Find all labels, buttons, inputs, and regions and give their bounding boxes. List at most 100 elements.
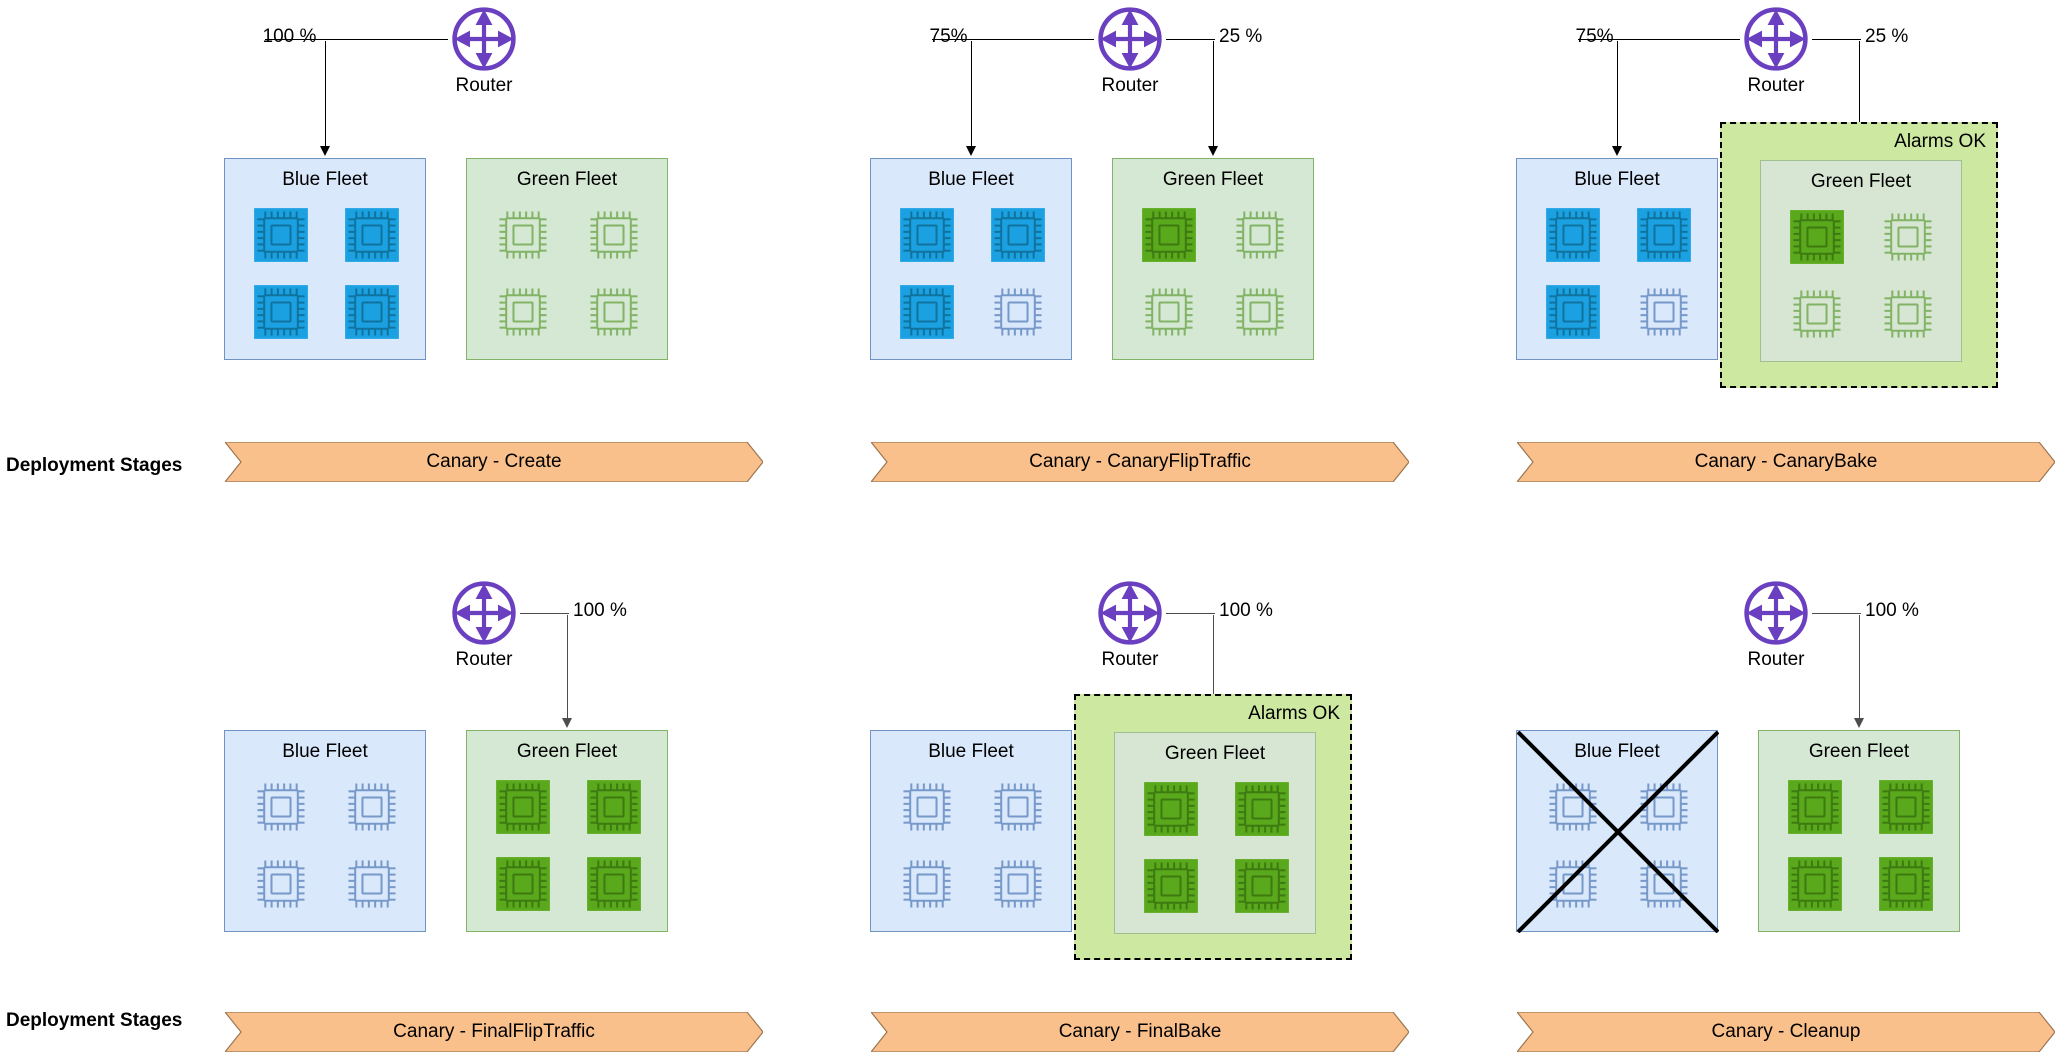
chip-cell xyxy=(1630,856,1697,917)
router-icon: Router xyxy=(449,578,519,670)
chip-cell xyxy=(1539,284,1606,345)
chip-icon xyxy=(1880,286,1936,347)
chip-cell xyxy=(247,779,314,840)
chip-cell xyxy=(1135,207,1202,268)
chip-icon xyxy=(1545,207,1601,268)
chip-icon xyxy=(253,779,309,840)
chip-cell xyxy=(893,207,960,268)
chip-cell xyxy=(580,779,647,840)
chip-cell xyxy=(489,856,556,917)
chip-icon xyxy=(495,779,551,840)
chip-cell xyxy=(247,284,314,345)
router-label: Router xyxy=(1747,649,1805,670)
chip-cell xyxy=(1228,781,1295,842)
green-fleet-box: Green Fleet xyxy=(1758,730,1960,932)
traffic-percentage-label: 100 % xyxy=(573,600,627,621)
chip-cell xyxy=(338,284,405,345)
chip-icon xyxy=(1789,286,1845,347)
chip-icon xyxy=(1141,284,1197,345)
traffic-line-vertical xyxy=(567,615,568,718)
chip-icon xyxy=(990,779,1046,840)
arrow-down-icon xyxy=(1611,146,1622,156)
chip-icon xyxy=(1141,207,1197,268)
chip-icon xyxy=(990,856,1046,917)
blue-fleet-chip-grid xyxy=(1539,779,1697,917)
green-fleet-chip-grid xyxy=(1137,781,1295,919)
alarms-ok-box: Alarms OK Green Fleet xyxy=(1720,122,1998,388)
traffic-line-horizontal xyxy=(264,39,448,40)
chip-cell xyxy=(1137,781,1204,842)
stage-banner-canary-cleanup[interactable]: Canary - Cleanup xyxy=(1517,1012,2055,1052)
chip-icon xyxy=(344,284,400,345)
chip-cell xyxy=(338,779,405,840)
stage-banner-canary-canarybake[interactable]: Canary - CanaryBake xyxy=(1517,442,2055,482)
arrow-down-icon xyxy=(1207,146,1218,156)
traffic-line-vertical xyxy=(1213,41,1214,146)
traffic-line-horizontal xyxy=(1166,39,1215,40)
chip-icon xyxy=(1636,284,1692,345)
chip-icon xyxy=(586,779,642,840)
blue-fleet-title: Blue Fleet xyxy=(1574,741,1660,762)
arrow-down-icon xyxy=(319,146,330,156)
chip-cell xyxy=(1630,284,1697,345)
chip-icon xyxy=(1880,209,1936,270)
traffic-percentage-label: 75% xyxy=(1575,26,1614,47)
blue-fleet-chip-grid xyxy=(1539,207,1697,345)
chip-icon xyxy=(495,856,551,917)
chip-icon xyxy=(1636,779,1692,840)
green-fleet-title: Green Fleet xyxy=(1164,743,1266,764)
chip-cell xyxy=(984,779,1051,840)
green-fleet-box: Green Fleet xyxy=(1760,160,1962,362)
chip-cell xyxy=(984,284,1051,345)
green-fleet-chip-grid xyxy=(1135,207,1293,345)
chip-cell xyxy=(247,207,314,268)
green-fleet-box: Green Fleet xyxy=(466,730,668,932)
router-icon: Router xyxy=(1741,4,1811,96)
chip-icon xyxy=(1232,284,1288,345)
arrow-down-icon xyxy=(1853,718,1864,728)
chip-icon xyxy=(1545,856,1601,917)
chip-icon xyxy=(1545,284,1601,345)
chip-icon xyxy=(1878,779,1934,840)
green-fleet-title: Green Fleet xyxy=(516,169,618,190)
traffic-line-horizontal xyxy=(931,39,1094,40)
traffic-line-horizontal xyxy=(520,613,569,614)
chip-icon xyxy=(899,284,955,345)
green-fleet-box: Green Fleet xyxy=(1112,158,1314,360)
blue-fleet-box: Blue Fleet xyxy=(224,730,426,932)
chip-cell xyxy=(489,284,556,345)
chip-icon xyxy=(899,779,955,840)
chip-cell xyxy=(1872,856,1939,917)
router-icon: Router xyxy=(1741,578,1811,670)
router-label: Router xyxy=(455,75,513,96)
chip-icon xyxy=(1234,858,1290,919)
chip-cell xyxy=(1874,209,1941,270)
chip-cell xyxy=(1783,286,1850,347)
chip-icon xyxy=(586,207,642,268)
traffic-percentage-label: 25 % xyxy=(1865,26,1909,47)
router-icon: Router xyxy=(1095,578,1165,670)
alarms-ok-label: Alarms OK xyxy=(1894,131,1986,152)
chip-icon xyxy=(586,856,642,917)
chip-icon xyxy=(253,207,309,268)
chip-cell xyxy=(1137,858,1204,919)
chip-icon xyxy=(1636,856,1692,917)
chip-cell xyxy=(1783,209,1850,270)
chip-cell xyxy=(489,207,556,268)
blue-fleet-title: Blue Fleet xyxy=(928,169,1014,190)
chip-cell xyxy=(984,207,1051,268)
chip-cell xyxy=(1228,858,1295,919)
traffic-line-horizontal xyxy=(1812,613,1861,614)
chip-cell xyxy=(893,284,960,345)
green-fleet-title: Green Fleet xyxy=(1808,741,1910,762)
traffic-line-vertical xyxy=(325,41,326,146)
stage-banner-label: Canary - CanaryBake xyxy=(1694,451,1878,472)
blue-fleet-box: Blue Fleet xyxy=(870,158,1072,360)
chip-cell xyxy=(247,856,314,917)
arrow-down-icon xyxy=(561,718,572,728)
blue-fleet-box: Blue Fleet xyxy=(870,730,1072,932)
traffic-percentage-label: 75% xyxy=(929,26,968,47)
chip-cell xyxy=(580,284,647,345)
chip-cell xyxy=(1135,284,1202,345)
chip-cell xyxy=(489,779,556,840)
